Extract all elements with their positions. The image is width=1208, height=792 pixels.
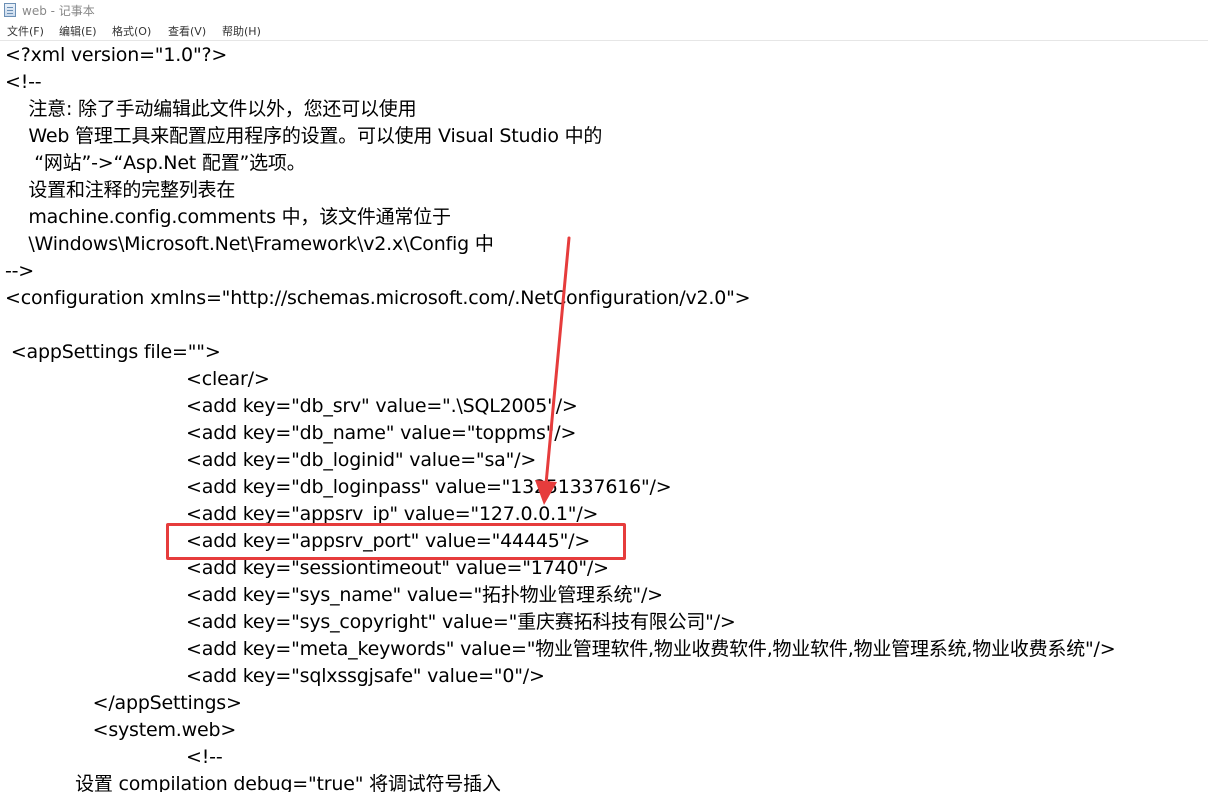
menu-view[interactable]: 查看(V) bbox=[168, 23, 206, 39]
editor-line: <add key="sys_copyright" value="重庆赛拓科技有限… bbox=[5, 611, 736, 633]
text-editor[interactable]: <?xml version="1.0"?> <!-- 注意: 除了手动编辑此文件… bbox=[0, 41, 1208, 792]
title-bar: web - 记事本 bbox=[0, 0, 1208, 20]
editor-line: <add key="db_srv" value=".\SQL2005"/> bbox=[5, 395, 578, 417]
editor-line: <add key="db_loginid" value="sa"/> bbox=[5, 449, 537, 471]
menu-bar: 文件(F) 编辑(E) 格式(O) 查看(V) 帮助(H) bbox=[0, 21, 1208, 41]
editor-line: <add key="db_loginpass" value="132513376… bbox=[5, 476, 672, 498]
editor-line: <?xml version="1.0"?> bbox=[5, 44, 228, 66]
editor-line: <add key="db_name" value="toppms"/> bbox=[5, 422, 577, 444]
notepad-icon bbox=[4, 3, 16, 17]
editor-line: “网站”->“Asp.Net 配置”选项。 bbox=[5, 152, 306, 174]
editor-line: 设置和注释的完整列表在 bbox=[5, 179, 236, 201]
editor-line: --> bbox=[5, 260, 35, 282]
window-title: web - 记事本 bbox=[22, 4, 95, 18]
editor-line: <configuration xmlns="http://schemas.mic… bbox=[5, 287, 751, 309]
editor-line: <add key="sqlxssgjsafe" value="0"/> bbox=[5, 665, 545, 687]
menu-edit[interactable]: 编辑(E) bbox=[59, 23, 97, 39]
editor-line: <clear/> bbox=[5, 368, 270, 390]
editor-line: <system.web> bbox=[5, 719, 237, 741]
menu-format[interactable]: 格式(O) bbox=[112, 23, 151, 39]
editor-line: <!-- bbox=[5, 71, 42, 93]
menu-file[interactable]: 文件(F) bbox=[7, 23, 44, 39]
editor-line: 设置 compilation debug="true" 将调试符号插入 bbox=[5, 773, 501, 792]
editor-line: <add key="meta_keywords" value="物业管理软件,物… bbox=[5, 638, 1116, 660]
editor-line: </appSettings> bbox=[5, 692, 242, 714]
editor-line: 注意: 除了手动编辑此文件以外，您还可以使用 bbox=[5, 98, 417, 120]
editor-line: Web 管理工具来配置应用程序的设置。可以使用 Visual Studio 中的 bbox=[5, 125, 603, 147]
editor-line: <appSettings file=""> bbox=[5, 341, 221, 363]
highlight-box bbox=[166, 523, 626, 560]
editor-line: \Windows\Microsoft.Net\Framework\v2.x\Co… bbox=[5, 233, 494, 255]
editor-line: <add key="sys_name" value="拓扑物业管理系统"/> bbox=[5, 584, 663, 606]
editor-line: machine.config.comments 中，该文件通常位于 bbox=[5, 206, 451, 228]
menu-help[interactable]: 帮助(H) bbox=[222, 23, 261, 39]
editor-line: <!-- bbox=[5, 746, 223, 768]
